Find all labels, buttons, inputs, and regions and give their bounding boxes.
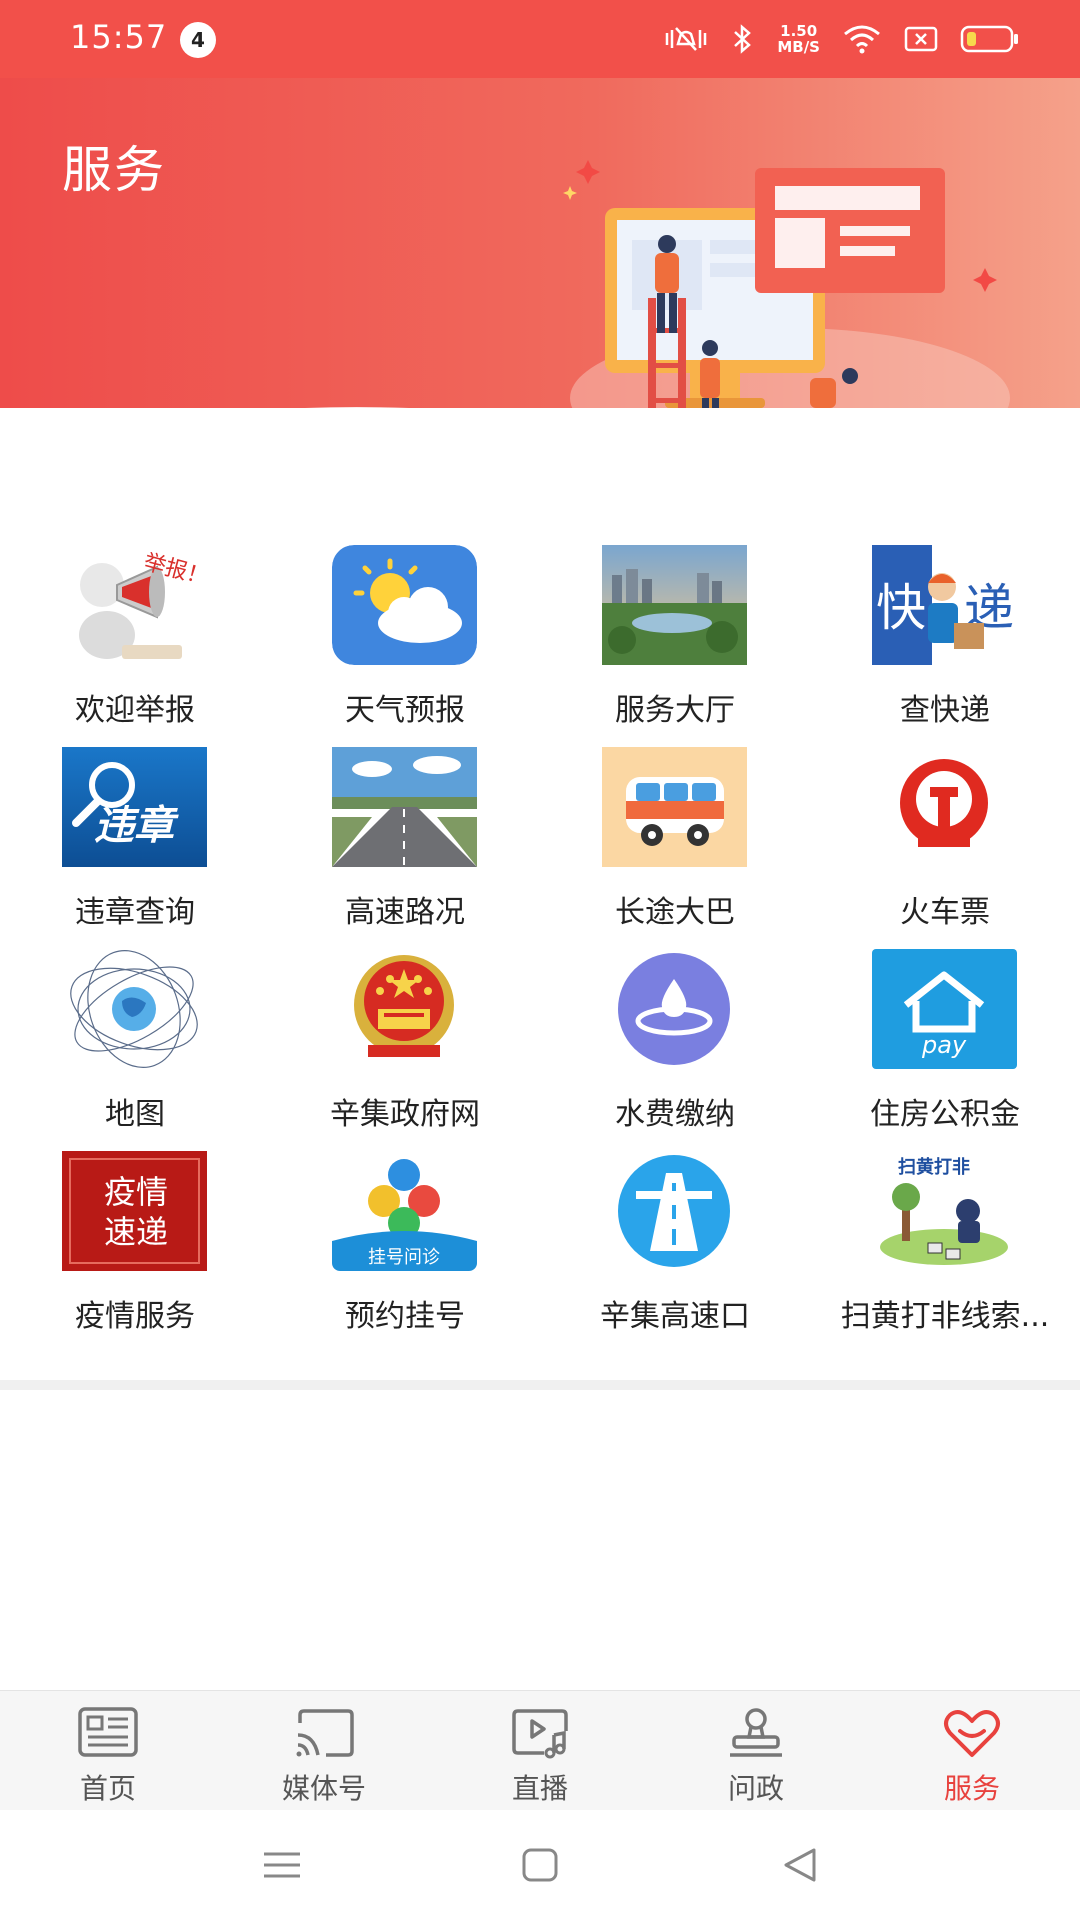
service-label: 欢迎举报 [75, 693, 195, 728]
globe-map-icon [62, 949, 207, 1069]
bluetooth-icon [734, 24, 752, 54]
railway-logo-icon [872, 747, 1017, 867]
banner-illustration [563, 160, 1010, 408]
service-label: 长途大巴 [615, 895, 735, 930]
section-divider [0, 1380, 1080, 1390]
bottom-tab-bar: 首页 媒体号 直播 问政 服务 [0, 1690, 1080, 1810]
service-item-highway-exit[interactable]: 辛集高速口 [540, 1151, 810, 1351]
service-label: 违章查询 [75, 895, 195, 930]
home-icon[interactable] [510, 1840, 570, 1890]
service-item-water[interactable]: 水费缴纳 [540, 949, 810, 1149]
svg-text:pay: pay [921, 1031, 967, 1059]
service-header: 服务 [0, 78, 1080, 408]
service-item-weather[interactable]: 天气预报 [270, 545, 540, 745]
service-label: 疫情服务 [75, 1299, 195, 1334]
service-item-appointment[interactable]: 挂号问诊 预约挂号 [270, 1151, 540, 1351]
bus-icon [602, 747, 747, 867]
live-video-icon [512, 1709, 568, 1759]
stamp-icon [730, 1708, 782, 1757]
mute-vibrate-icon [666, 27, 707, 51]
service-label: 扫黄打非线索... [840, 1299, 1050, 1334]
service-label: 辛集高速口 [600, 1299, 750, 1334]
service-item-map[interactable]: 地图 [0, 949, 270, 1149]
weather-sun-cloud-icon [332, 545, 477, 665]
tab-label: 服务 [943, 1772, 1000, 1805]
service-label: 水费缴纳 [615, 1097, 735, 1132]
network-speed: 1.50 MB/S [777, 22, 820, 56]
tab-media[interactable]: 媒体号 [216, 1691, 432, 1811]
service-label: 天气预报 [345, 693, 465, 728]
menu-icon[interactable] [252, 1840, 312, 1890]
service-item-anti-porn[interactable]: 扫黄打非 扫黄打非线索... [810, 1151, 1080, 1351]
header-wave [305, 407, 408, 408]
page-title: 服务 [62, 141, 166, 199]
svg-text:疫情: 疫情 [104, 1173, 168, 1211]
violation-search-icon: 违章 [62, 747, 207, 867]
tab-label: 直播 [511, 1772, 568, 1805]
svg-text:挂号问诊: 挂号问诊 [368, 1247, 440, 1268]
service-item-hall[interactable]: 服务大厅 [540, 545, 810, 745]
cast-icon [296, 1709, 354, 1757]
wifi-icon [844, 25, 880, 54]
service-item-housing-fund[interactable]: pay 住房公积金 [810, 949, 1080, 1149]
newspaper-icon [78, 1707, 138, 1757]
city-photo-icon [602, 545, 747, 665]
heart-icon [944, 1710, 1000, 1757]
service-item-violation[interactable]: 违章 违章查询 [0, 747, 270, 947]
system-navigation-bar [0, 1810, 1080, 1920]
svg-text:快: 快 [876, 579, 926, 637]
sim-off-icon [904, 26, 938, 52]
svg-text:扫黄打非: 扫黄打非 [898, 1156, 970, 1178]
service-label: 住房公积金 [870, 1097, 1020, 1132]
status-time: 15:57 [70, 18, 168, 56]
service-item-express[interactable]: 快 递 查快递 [810, 545, 1080, 745]
tab-label: 媒体号 [281, 1772, 366, 1805]
national-emblem-icon [332, 949, 477, 1069]
status-bar: 15:57 4 1.50 MB/S [0, 0, 1080, 78]
tab-live[interactable]: 直播 [432, 1691, 648, 1811]
highway-road-icon [602, 1151, 747, 1271]
express-courier-icon: 快 递 [872, 545, 1017, 665]
service-item-epidemic[interactable]: 疫情 速递 疫情服务 [0, 1151, 270, 1351]
service-label: 查快递 [900, 693, 990, 728]
back-icon[interactable] [770, 1840, 830, 1890]
service-label: 地图 [105, 1097, 165, 1132]
service-item-bus[interactable]: 长途大巴 [540, 747, 810, 947]
svg-text:违章: 违章 [94, 803, 179, 849]
hospital-appointment-icon: 挂号问诊 [332, 1151, 477, 1271]
service-label: 火车票 [900, 895, 990, 930]
service-label: 预约挂号 [345, 1299, 465, 1334]
epidemic-news-icon: 疫情 速递 [62, 1151, 207, 1271]
tab-label: 首页 [79, 1772, 136, 1805]
highway-photo-icon [332, 747, 477, 867]
notification-badge: 4 [180, 22, 216, 58]
tab-label: 问政 [727, 1772, 784, 1805]
service-item-highway-traffic[interactable]: 高速路况 [270, 747, 540, 947]
service-item-train[interactable]: 火车票 [810, 747, 1080, 947]
service-item-gov[interactable]: 辛集政府网 [270, 949, 540, 1149]
battery-low-icon [960, 25, 1018, 53]
service-item-report[interactable]: 举报！ 欢迎举报 [0, 545, 270, 745]
svg-text:速递: 速递 [104, 1213, 168, 1251]
water-drop-icon [602, 949, 747, 1069]
service-label: 服务大厅 [615, 693, 735, 728]
service-label: 辛集政府网 [330, 1097, 480, 1132]
house-pay-icon: pay [872, 949, 1017, 1069]
tab-home[interactable]: 首页 [0, 1691, 216, 1811]
tab-service[interactable]: 服务 [864, 1691, 1080, 1811]
anti-porn-illustration-icon: 扫黄打非 [872, 1151, 1017, 1271]
megaphone-report-icon: 举报！ [62, 545, 207, 665]
tab-politics[interactable]: 问政 [648, 1691, 864, 1811]
service-label: 高速路况 [345, 895, 465, 930]
